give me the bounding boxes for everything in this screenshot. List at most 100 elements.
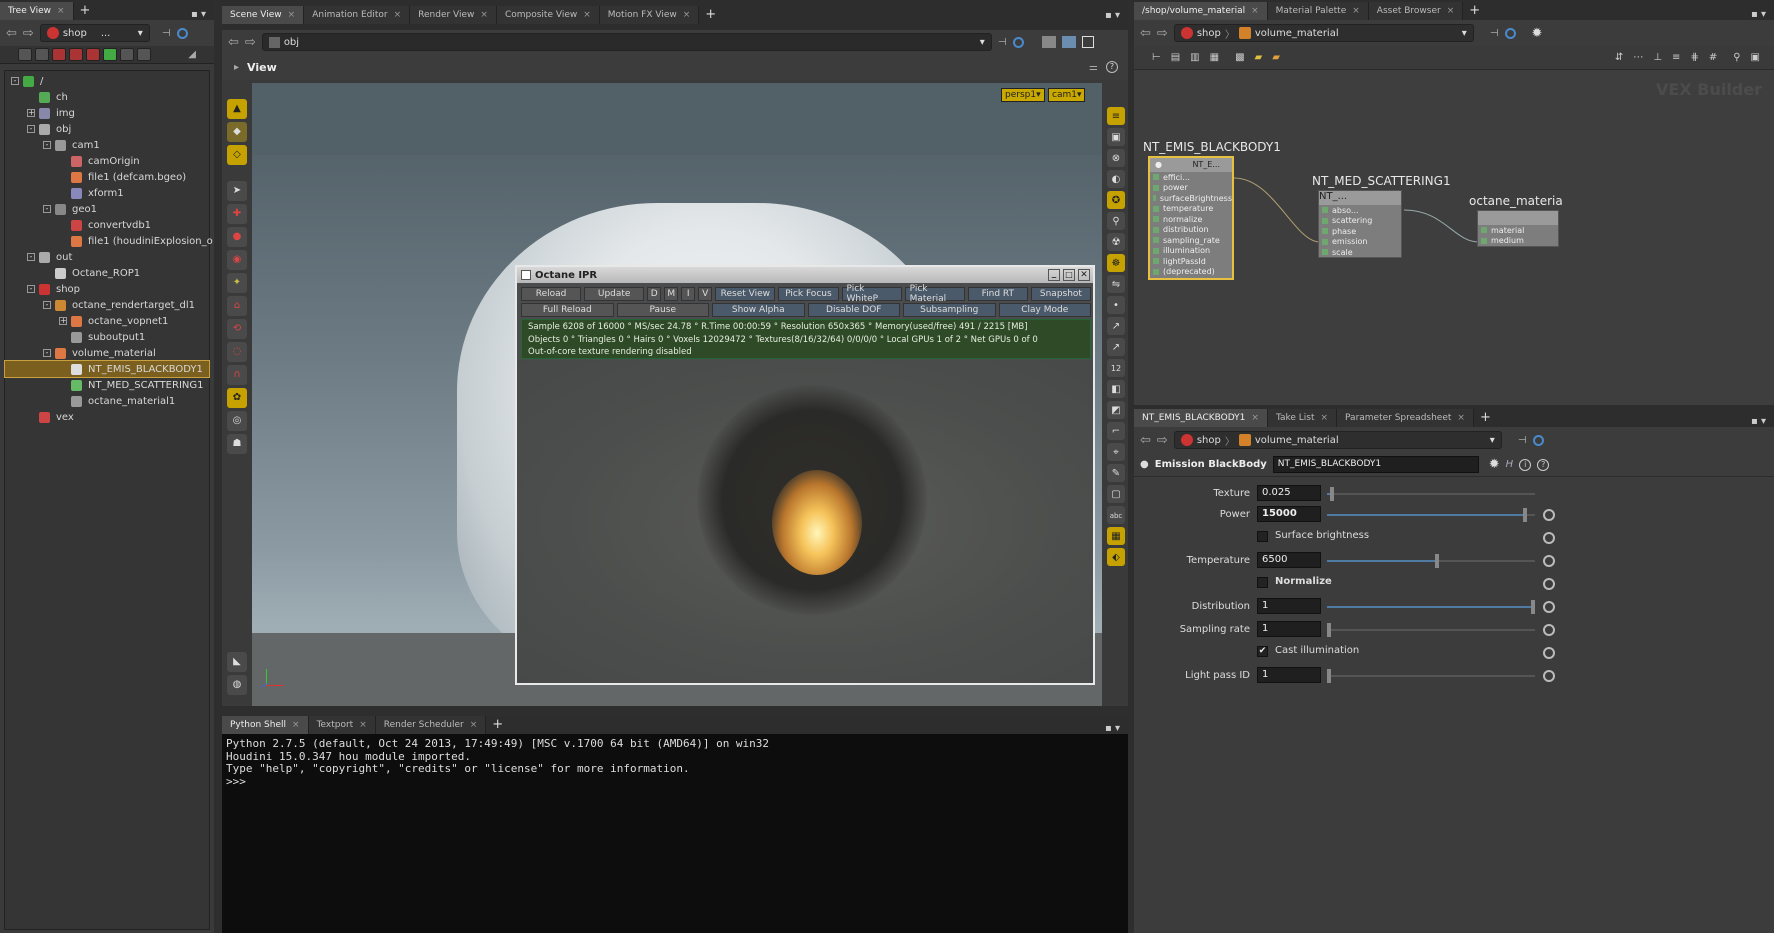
back-arrow-icon[interactable]: ⇦: [1140, 26, 1151, 41]
tree-item[interactable]: - geo1: [43, 201, 97, 217]
close-icon[interactable]: ×: [583, 10, 591, 20]
handle-tool-icon[interactable]: ◇: [227, 145, 247, 165]
pause-button[interactable]: Pause: [616, 303, 709, 317]
node-nt-med-scattering[interactable]: NT_... abso... scattering phase emission sca…: [1318, 190, 1402, 258]
display-icon-7[interactable]: ⇋: [1107, 275, 1125, 293]
collapse-icon[interactable]: -: [43, 349, 51, 357]
disable-dof-button[interactable]: Disable DOF: [807, 303, 900, 317]
tree-item[interactable]: NT_EMIS_BLACKBODY1: [4, 360, 210, 378]
close-icon[interactable]: ×: [480, 10, 488, 20]
close-icon[interactable]: ×: [1251, 413, 1259, 423]
back-arrow-icon[interactable]: ⇦: [1140, 433, 1151, 448]
i-button[interactable]: I: [681, 287, 696, 301]
collapse-icon[interactable]: -: [43, 205, 51, 213]
layout-icon-4[interactable]: ≡: [1672, 52, 1680, 63]
select-tool-icon[interactable]: ▲: [227, 99, 247, 119]
tab-material-palette[interactable]: Material Palette ×: [1267, 2, 1369, 20]
tab-python-shell[interactable]: Python Shell ×: [222, 716, 309, 734]
link-icon[interactable]: [1532, 434, 1544, 446]
node-port[interactable]: scale: [1319, 247, 1401, 258]
gear-icon[interactable]: [1543, 670, 1555, 682]
slider-knob[interactable]: [1522, 508, 1527, 522]
tree-item[interactable]: Octane_ROP1: [43, 265, 140, 281]
slider-knob[interactable]: [1330, 487, 1335, 501]
display-icon-5[interactable]: ☢: [1107, 233, 1125, 251]
temperature-field[interactable]: 6500: [1257, 552, 1321, 568]
texture-slider[interactable]: [1327, 487, 1535, 501]
pin-icon[interactable]: ⊣: [1518, 435, 1527, 446]
node-octane-material[interactable]: material medium: [1477, 210, 1559, 247]
layout-icon-2[interactable]: ⋯: [1633, 52, 1643, 63]
temperature-slider[interactable]: [1327, 554, 1535, 568]
tree-item[interactable]: - out: [27, 249, 72, 265]
param-path-field[interactable]: shop 〉 volume_material ▾: [1173, 431, 1502, 449]
tree-icon[interactable]: ⊢: [1152, 52, 1161, 63]
node-port[interactable]: power: [1150, 183, 1232, 194]
power-field[interactable]: 15000: [1257, 506, 1321, 522]
tree-item[interactable]: + img: [27, 105, 75, 121]
number-icon[interactable]: 12: [1107, 359, 1125, 377]
surface-brightness-checkbox[interactable]: [1257, 531, 1268, 542]
node-port[interactable]: scattering: [1319, 216, 1401, 227]
display-options-icon[interactable]: [1041, 36, 1056, 48]
close-icon[interactable]: ✕: [1078, 269, 1090, 281]
slider-knob[interactable]: [1531, 600, 1535, 614]
tool-icon-7[interactable]: ◌: [227, 342, 247, 362]
port-connector-icon[interactable]: [1322, 207, 1328, 214]
tab--shop-volume-material[interactable]: /shop/volume_material ×: [1134, 2, 1268, 20]
point-icon[interactable]: •: [1107, 296, 1125, 314]
display-icon-1[interactable]: ≡: [1107, 107, 1125, 125]
toolbar-icon-7[interactable]: [120, 48, 134, 61]
display-icon-13[interactable]: ⌖: [1107, 443, 1125, 461]
tab-take-list[interactable]: Take List ×: [1267, 409, 1338, 427]
gear-icon[interactable]: [1543, 647, 1555, 659]
layout-icon-5[interactable]: ⋕: [1690, 52, 1698, 63]
close-icon[interactable]: ×: [1251, 6, 1259, 16]
link-icon[interactable]: [176, 27, 188, 39]
tree-item[interactable]: xform1: [59, 185, 124, 201]
sampling-rate-field[interactable]: 1: [1257, 621, 1321, 637]
tab-tree-view[interactable]: Tree View ×: [0, 2, 74, 20]
port-connector-icon[interactable]: [1153, 247, 1159, 254]
back-arrow-icon[interactable]: ⇦: [228, 35, 239, 50]
toolbar-icon-3[interactable]: [52, 48, 66, 61]
bottom-splitter[interactable]: [222, 706, 1128, 716]
tree-item[interactable]: convertvdb1: [59, 217, 151, 233]
node-port[interactable]: normalize: [1150, 214, 1232, 225]
add-tab-icon[interactable]: +: [486, 716, 509, 734]
tool-icon-4[interactable]: ✦: [227, 273, 247, 293]
pane-menu-icon[interactable]: ▪ ▾: [1751, 416, 1774, 427]
port-connector-icon[interactable]: [1481, 227, 1487, 234]
port-connector-icon[interactable]: [1153, 237, 1159, 244]
node-port[interactable]: illumination: [1150, 246, 1232, 257]
display-icon-2[interactable]: ⊗: [1107, 149, 1125, 167]
tool-icon-11[interactable]: ◍: [227, 675, 247, 695]
display-icon-14[interactable]: ✎: [1107, 464, 1125, 482]
grid-icon[interactable]: #: [1709, 52, 1717, 63]
node-port[interactable]: (deprecated): [1150, 267, 1232, 278]
update-button[interactable]: Update: [584, 287, 645, 301]
v-button[interactable]: V: [698, 287, 713, 301]
image-icon[interactable]: ▩: [1235, 52, 1244, 63]
scene-path-field[interactable]: obj ▾: [261, 33, 992, 51]
magnet-icon[interactable]: ∩: [227, 365, 247, 385]
forward-arrow-icon[interactable]: ⇨: [23, 26, 34, 41]
layout-icon-1[interactable]: ⇵: [1615, 52, 1623, 63]
full-reload-button[interactable]: Full Reload: [521, 303, 614, 317]
layout-icon-3[interactable]: ⊥: [1653, 52, 1662, 63]
gear-icon[interactable]: [1543, 578, 1555, 590]
node-nt-emis-blackbody[interactable]: ● NT_E... effici... power surfaceBrightness…: [1148, 156, 1234, 280]
add-tab-icon[interactable]: +: [699, 6, 722, 24]
light-icon[interactable]: ✪: [1107, 191, 1125, 209]
slider-knob[interactable]: [1435, 554, 1440, 568]
gear-icon[interactable]: [1543, 532, 1555, 544]
tree-item[interactable]: suboutput1: [59, 329, 145, 345]
node-port[interactable]: distribution: [1150, 225, 1232, 236]
tree-item[interactable]: - volume_material: [43, 345, 156, 361]
collapse-icon[interactable]: -: [43, 301, 51, 309]
info-icon[interactable]: i: [1519, 458, 1532, 471]
tree-item[interactable]: file1 (houdiniExplosion_o: [59, 233, 213, 249]
tool-icon-2[interactable]: ●: [227, 227, 247, 247]
distribution-field[interactable]: 1: [1257, 598, 1321, 614]
node-port[interactable]: surfaceBrightness: [1150, 193, 1232, 204]
